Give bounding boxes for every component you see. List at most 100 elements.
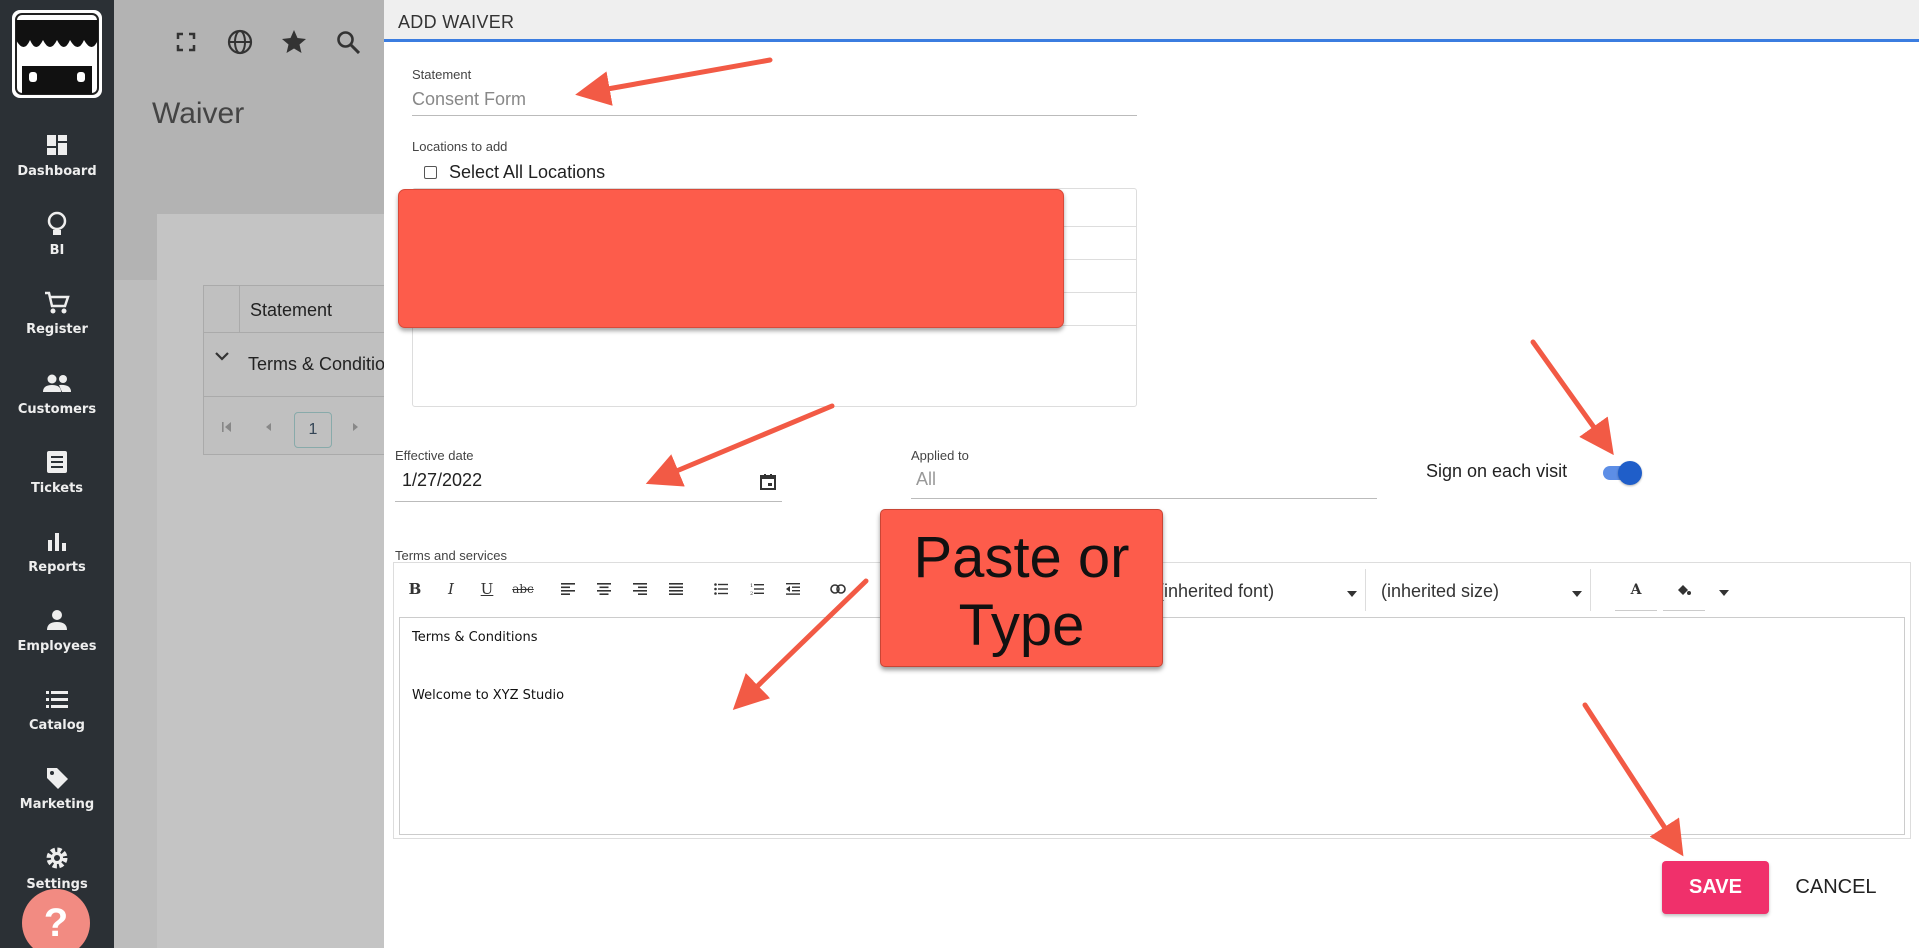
sidebar-item-tickets[interactable]: Tickets [0,447,114,517]
sidebar-item-customers[interactable]: Customers [0,368,114,438]
effective-date-input[interactable]: 1/27/2022 [402,470,482,491]
terms-label: Terms and services [395,548,507,563]
star-icon[interactable] [280,28,308,56]
sidebar-item-marketing[interactable]: Marketing [0,763,114,833]
gear-icon [0,843,114,873]
align-center-icon[interactable] [592,577,616,601]
divider [204,332,404,333]
effective-date-underline [395,501,782,502]
search-icon[interactable] [334,28,362,56]
sidebar-item-register[interactable]: Register [0,288,114,358]
lightbulb-icon [0,209,114,239]
table-row[interactable]: Terms & Conditions [248,354,404,375]
sidebar-item-label: Catalog [29,718,85,733]
prev-page-icon[interactable] [262,420,276,439]
sidebar: Dashboard BI Register Customers Tickets … [0,0,114,948]
applied-to-underline [911,498,1377,499]
link-icon[interactable] [826,577,850,601]
font-size-select[interactable]: (inherited size) [1375,569,1591,611]
app-logo[interactable] [12,10,102,98]
person-icon [0,605,114,635]
sidebar-item-label: Employees [17,639,97,654]
outdent-icon[interactable] [781,577,805,601]
sidebar-item-reports[interactable]: Reports [0,526,114,596]
statement-underline [412,115,1137,116]
align-right-icon[interactable] [628,577,652,601]
table-header-statement: Statement [250,300,333,320]
underline-icon[interactable]: U [475,577,499,601]
dialog-header: ADD WAIVER [384,0,1919,42]
content-line: Welcome to XYZ Studio [412,688,565,703]
color-dropdown-icon[interactable] [1712,581,1736,605]
callout-text: Paste or [913,525,1130,590]
page-title: Waiver [152,97,245,130]
calendar-icon[interactable] [759,473,777,496]
table-header-spacer [204,286,240,333]
annotation-callout: Paste or Type [880,509,1163,667]
chevron-down-icon [1572,591,1582,597]
waiver-table: Statement Terms & Conditions 1 [203,285,404,455]
redaction-box [398,189,1064,328]
save-button[interactable]: SAVE [1662,861,1769,914]
list-icon [0,684,114,714]
content-line: Terms & Conditions [412,630,538,645]
select-all-checkbox[interactable] [424,166,437,179]
italic-icon[interactable]: I [439,577,463,601]
page-number[interactable]: 1 [294,412,332,448]
cancel-button[interactable]: CANCEL [1784,861,1888,914]
bar-chart-icon [0,526,114,556]
fullscreen-icon[interactable] [172,28,200,56]
font-family-value: (inherited font) [1158,581,1275,601]
numbered-list-icon[interactable]: 12 [745,577,769,601]
locations-label: Locations to add [412,139,508,154]
highlight-color-icon[interactable] [1663,569,1705,611]
sidebar-item-label: Tickets [30,481,84,496]
help-button[interactable]: ? [22,889,90,948]
chevron-down-icon[interactable] [212,346,232,371]
select-all-locations[interactable]: Select All Locations [424,162,605,183]
sidebar-item-label: Reports [28,560,86,575]
toggle-knob [1618,461,1642,485]
font-size-value: (inherited size) [1381,581,1500,601]
statement-label: Statement [412,67,472,82]
sidebar-item-bi[interactable]: BI [0,209,114,279]
applied-to-input[interactable]: All [916,469,936,490]
sidebar-item-label: Customers [17,402,97,417]
first-page-icon[interactable] [220,420,234,439]
sidebar-item-dashboard[interactable]: Dashboard [0,130,114,200]
sign-each-visit-label: Sign on each visit [1426,461,1568,481]
sidebar-item-label: BI [49,243,65,258]
callout-text: Type [958,593,1085,658]
sidebar-item-employees[interactable]: Employees [0,605,114,675]
help-icon: ? [43,900,69,945]
svg-text:2: 2 [750,591,753,596]
sidebar-item-label: Register [26,322,88,337]
globe-icon[interactable] [226,28,254,56]
add-waiver-dialog: ADD WAIVER Statement Consent Form Locati… [384,0,1919,948]
effective-date-label: Effective date [395,448,474,463]
sidebar-item-label: Dashboard [17,164,97,179]
background-page: Waiver Statement Terms & Conditions 1 [114,0,404,948]
select-all-label: Select All Locations [449,162,606,182]
strikethrough-icon[interactable]: abc [511,577,535,601]
sign-each-visit-toggle[interactable] [1601,461,1642,485]
font-color-icon[interactable]: A [1615,569,1657,611]
next-page-icon[interactable] [348,420,362,439]
cart-icon [0,288,114,318]
ticket-icon [0,447,114,477]
divider [204,396,404,397]
align-left-icon[interactable] [556,577,580,601]
dashboard-icon [0,130,114,160]
sidebar-item-catalog[interactable]: Catalog [0,684,114,754]
bullet-list-icon[interactable] [709,577,733,601]
chevron-down-icon [1347,591,1357,597]
bold-icon[interactable]: B [403,577,427,601]
dialog-title: ADD WAIVER [398,12,515,32]
applied-to-label: Applied to [911,448,969,463]
pagination: 1 [204,410,404,450]
sidebar-item-label: Marketing [19,797,95,812]
statement-input[interactable]: Consent Form [412,89,526,110]
people-icon [0,368,114,398]
align-justify-icon[interactable] [664,577,688,601]
font-family-select[interactable]: (inherited font) [1152,569,1366,611]
